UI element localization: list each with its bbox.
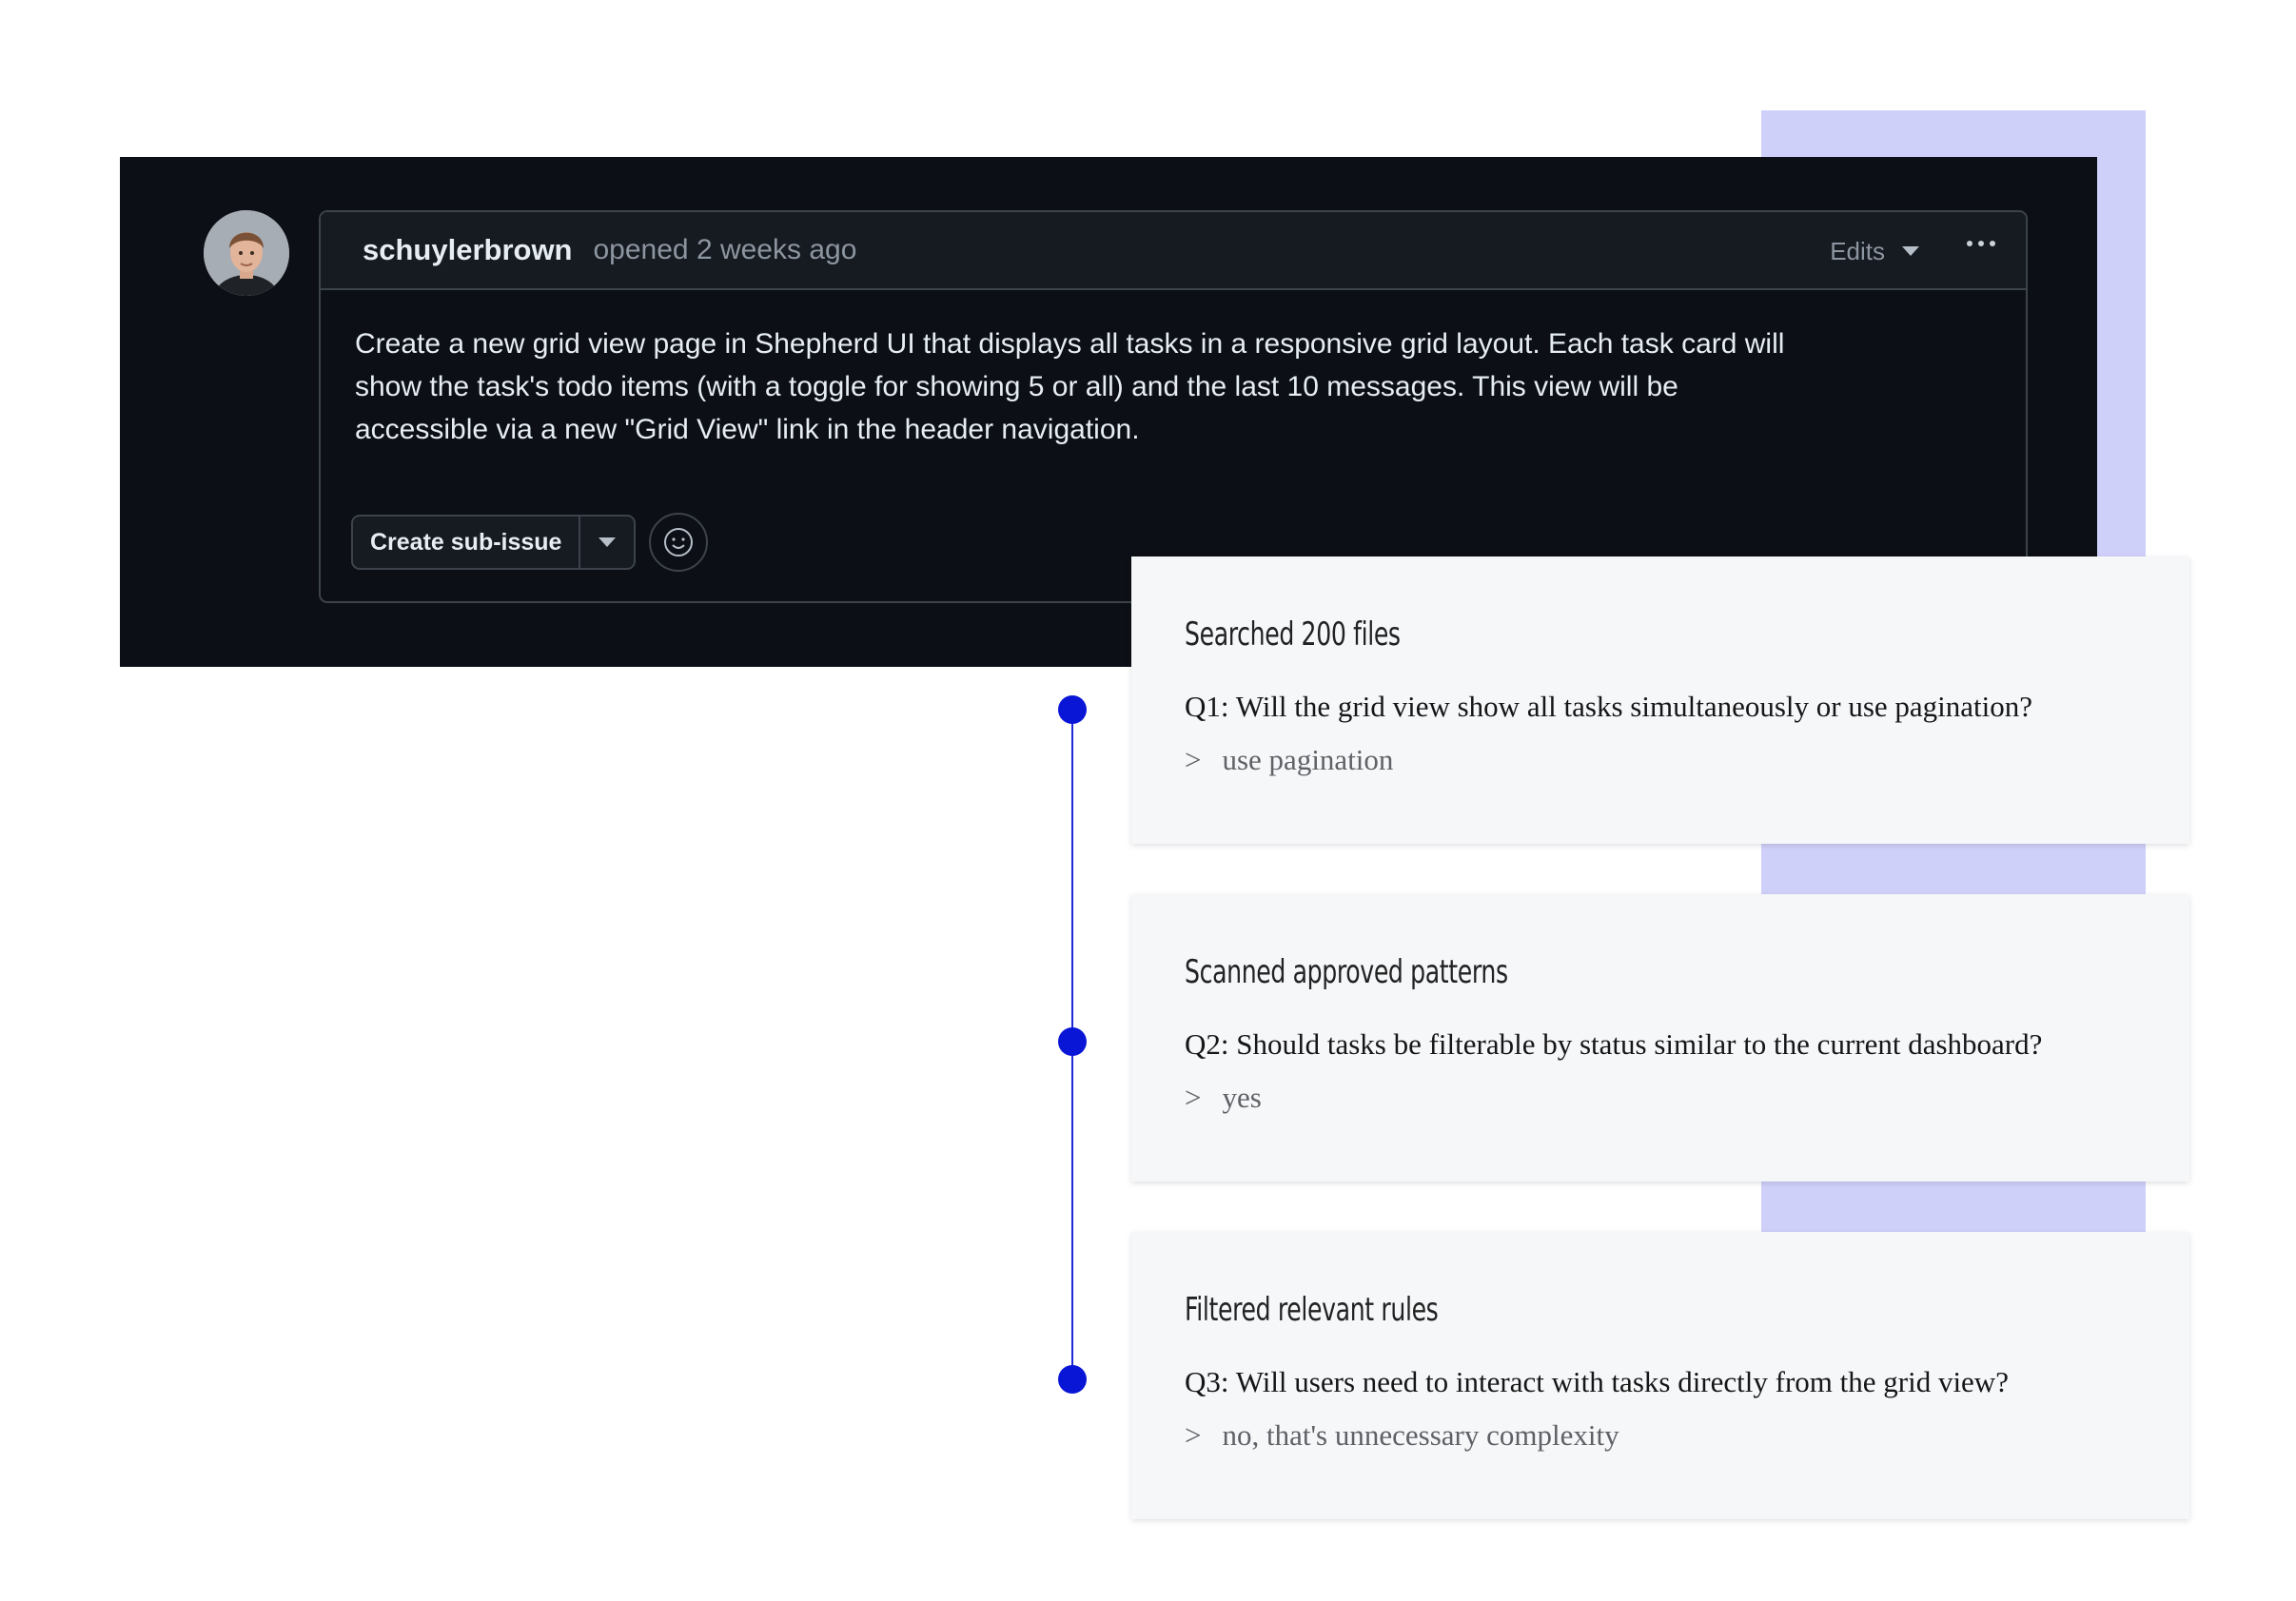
opened-timestamp[interactable]: opened 2 weeks ago — [594, 234, 857, 266]
smiley-icon — [664, 528, 694, 556]
step-question: Q1: Will the grid view show all tasks si… — [1185, 690, 2033, 723]
create-sub-issue-button[interactable]: Create sub-issue — [353, 517, 579, 568]
issue-body: Create a new grid view page in Shepherd … — [355, 328, 1785, 445]
create-sub-issue-dropdown[interactable] — [579, 517, 634, 568]
step-question: Q3: Will users need to interact with tas… — [1185, 1365, 2009, 1398]
create-sub-issue-split-button: Create sub-issue — [351, 515, 637, 570]
avatar[interactable] — [204, 210, 289, 296]
edits-dropdown[interactable]: Edits — [1830, 212, 1919, 290]
author-name[interactable]: schuylerbrown — [363, 233, 573, 267]
timeline-dot — [1058, 1365, 1087, 1394]
comment-header: schuylerbrown opened 2 weeks ago Edits — [321, 212, 2026, 290]
answer-prompt: > — [1185, 1418, 1202, 1452]
step-card: Filtered relevant rules Q3: Will users n… — [1131, 1232, 2189, 1519]
step-answer: > no, that's unnecessary complexity — [1185, 1418, 1619, 1453]
step-answer: > yes — [1185, 1081, 1262, 1115]
timeline-dot — [1058, 1027, 1087, 1056]
comment-actions: Create sub-issue — [351, 513, 709, 572]
step-card: Scanned approved patterns Q2: Should tas… — [1131, 894, 2189, 1181]
step-answer: > use pagination — [1185, 743, 1393, 777]
step-title: Searched 200 files — [1185, 615, 1401, 654]
answer-text: yes — [1222, 1081, 1262, 1114]
answer-text: no, that's unnecessary complexity — [1222, 1418, 1619, 1452]
kebab-menu-icon[interactable] — [1967, 241, 1995, 246]
answer-prompt: > — [1185, 743, 1202, 776]
step-question: Q2: Should tasks be filterable by status… — [1185, 1027, 2043, 1061]
answer-text: use pagination — [1222, 743, 1394, 776]
step-title: Filtered relevant rules — [1185, 1291, 1439, 1329]
add-reaction-button[interactable] — [649, 513, 709, 572]
issue-comment: schuylerbrown opened 2 weeks ago Edits C… — [319, 210, 2028, 603]
timeline-dot — [1058, 695, 1087, 724]
caret-down-icon — [1902, 246, 1919, 256]
answer-prompt: > — [1185, 1081, 1202, 1114]
step-card: Searched 200 files Q1: Will the grid vie… — [1131, 556, 2189, 844]
step-title: Scanned approved patterns — [1185, 953, 1508, 991]
caret-down-icon — [599, 537, 617, 547]
edits-label: Edits — [1830, 236, 1885, 265]
